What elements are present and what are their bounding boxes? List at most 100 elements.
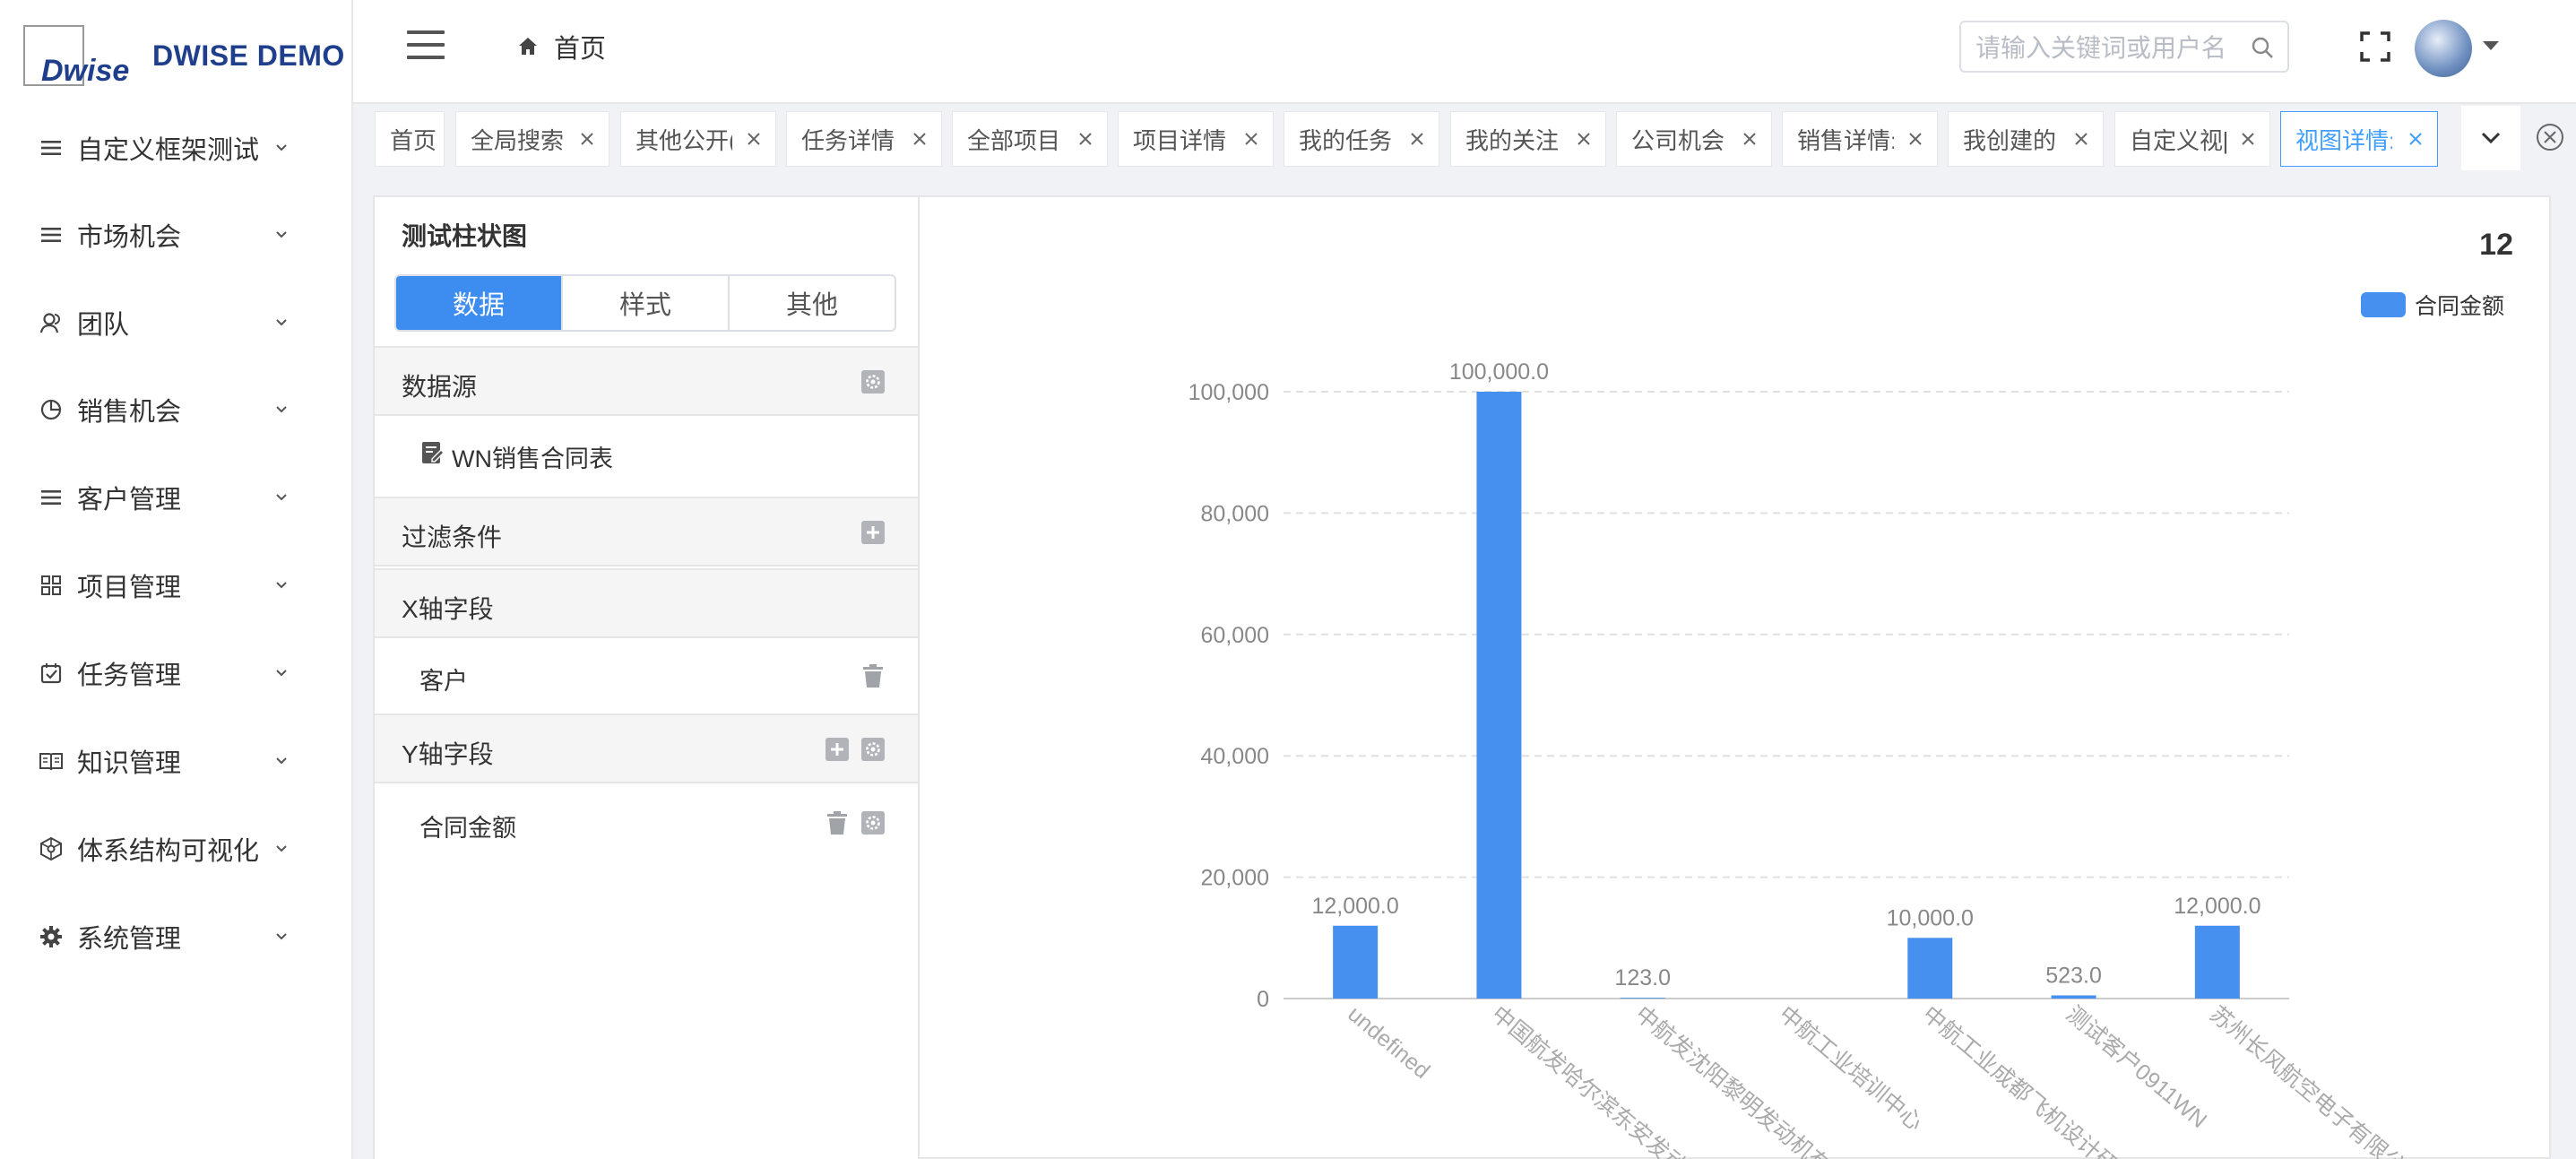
- close-icon[interactable]: [2407, 130, 2425, 148]
- breadcrumb[interactable]: 首页: [516, 27, 606, 66]
- y-tick-label: 20,000: [1201, 866, 1269, 891]
- fullscreen-icon[interactable]: [2359, 30, 2391, 63]
- breadcrumb-home: 首页: [554, 35, 607, 64]
- logo[interactable]: Dwise DWISE DEMO: [23, 23, 345, 88]
- close-all-tabs-icon[interactable]: [2535, 122, 2565, 152]
- bar: [1620, 998, 1665, 999]
- close-icon[interactable]: [1242, 130, 1260, 148]
- datasource-section: 数据源: [375, 346, 918, 416]
- tab-view-detail[interactable]: 视图详情:: [2280, 111, 2438, 167]
- hexagon-icon: [38, 835, 65, 862]
- chevron-down-icon: [276, 845, 287, 852]
- chevron-down-icon: [276, 494, 287, 501]
- search-icon[interactable]: [2250, 35, 2275, 60]
- sidebar-item-label: 体系结构可视化: [77, 837, 260, 866]
- x-tick-label: undefined: [1343, 1001, 1434, 1084]
- tab-sales-detail[interactable]: 销售详情:: [1782, 111, 1938, 167]
- data-label: 12,000.0: [2174, 894, 2260, 919]
- y-field-value: 合同金额: [419, 815, 516, 842]
- sidebar-item-tasks[interactable]: 任务管理: [0, 629, 351, 717]
- tab-label: 公司机会: [1631, 126, 1725, 154]
- settings-icon[interactable]: [860, 737, 886, 762]
- app-name: DWISE DEMO: [152, 39, 345, 72]
- datasource-value: WN销售合同表: [452, 445, 613, 472]
- segment-other[interactable]: 其他: [728, 276, 895, 330]
- tab-company-opportunities[interactable]: 公司机会: [1616, 111, 1772, 167]
- search-input[interactable]: [1974, 31, 2246, 65]
- sidebar-item-system[interactable]: 系统管理: [0, 893, 351, 981]
- sidebar-item-custom-framework[interactable]: 自定义框架测试: [0, 104, 351, 192]
- tab-custom-view[interactable]: 自定义视[: [2114, 111, 2270, 167]
- config-panel: 测试柱状图 数据 样式 其他 数据源 WN销售合同表 过滤条件 X轴字段 客户 …: [375, 197, 920, 1159]
- sidebar-item-customers[interactable]: 客户管理: [0, 454, 351, 541]
- trash-icon[interactable]: [825, 810, 850, 835]
- avatar[interactable]: [2415, 20, 2472, 77]
- tab-my-follows[interactable]: 我的关注: [1450, 111, 1606, 167]
- tab-project-detail[interactable]: 项目详情: [1118, 111, 1274, 167]
- close-icon[interactable]: [1906, 130, 1924, 148]
- bar: [1333, 925, 1379, 999]
- sidebar-item-label: 销售机会: [77, 398, 182, 427]
- sidebar-item-projects[interactable]: 项目管理: [0, 541, 351, 629]
- tab-label: 我的任务: [1299, 126, 1393, 154]
- close-icon[interactable]: [911, 130, 929, 148]
- sidebar-item-label: 客户管理: [77, 486, 182, 515]
- close-icon[interactable]: [745, 130, 763, 148]
- segment-style[interactable]: 样式: [561, 276, 728, 330]
- trash-icon[interactable]: [860, 663, 886, 688]
- pie-icon: [38, 396, 65, 423]
- grid-icon: [38, 572, 65, 599]
- home-icon: [519, 38, 537, 55]
- add-icon[interactable]: [860, 520, 886, 545]
- caret-down-icon[interactable]: [2483, 41, 2499, 50]
- close-icon[interactable]: [1076, 130, 1094, 148]
- logo-mark-text: Dwise: [41, 54, 130, 88]
- close-icon[interactable]: [1741, 130, 1759, 148]
- close-icon[interactable]: [1575, 130, 1593, 148]
- team-icon: [38, 309, 65, 336]
- datasource-row[interactable]: WN销售合同表: [375, 416, 918, 491]
- sidebar: Dwise DWISE DEMO 自定义框架测试 市场机会 团队 销售机会 客户…: [0, 0, 353, 1159]
- chevron-down-icon: [276, 670, 287, 677]
- sidebar-item-sales[interactable]: 销售机会: [0, 366, 351, 454]
- x-field-row[interactable]: 客户: [375, 638, 918, 714]
- close-icon[interactable]: [578, 130, 596, 148]
- sidebar-item-team[interactable]: 团队: [0, 279, 351, 367]
- edit-doc-icon: [422, 442, 445, 463]
- sidebar-item-architecture[interactable]: 体系结构可视化: [0, 805, 351, 893]
- panel-title: 测试柱状图: [402, 222, 528, 250]
- sidebar-item-label: 自定义框架测试: [77, 136, 260, 165]
- tabs-dropdown-button[interactable]: [2461, 106, 2520, 170]
- tab-all-projects[interactable]: 全部项目: [952, 111, 1108, 167]
- section-title: X轴字段: [402, 595, 494, 623]
- settings-icon[interactable]: [860, 369, 886, 394]
- tab-label: 自定义视[: [2130, 126, 2226, 154]
- sidebar-item-market[interactable]: 市场机会: [0, 191, 351, 279]
- tab-global-search[interactable]: 全局搜索: [455, 111, 609, 167]
- tab-home[interactable]: 首页: [375, 111, 445, 167]
- settings-icon[interactable]: [860, 810, 886, 835]
- segment-data[interactable]: 数据: [396, 276, 561, 330]
- tab-label: 我的关注: [1465, 126, 1560, 154]
- y-field-row[interactable]: 合同金额: [375, 785, 918, 861]
- search-box[interactable]: [1959, 21, 2289, 73]
- add-icon[interactable]: [825, 737, 850, 762]
- sidebar-item-label: 系统管理: [77, 925, 182, 954]
- checkbox-icon: [38, 660, 65, 687]
- chevron-down-icon: [276, 757, 287, 765]
- chevron-down-icon: [276, 582, 287, 589]
- close-icon[interactable]: [2072, 130, 2090, 148]
- tab-task-detail[interactable]: 任务详情: [786, 111, 942, 167]
- x-axis-section: X轴字段: [375, 568, 918, 638]
- sidebar-item-knowledge[interactable]: 知识管理: [0, 717, 351, 805]
- hamburger-menu-icon[interactable]: [407, 30, 445, 61]
- tab-public[interactable]: 其他公开(: [620, 111, 776, 167]
- sidebar-item-label: 团队: [77, 311, 130, 340]
- y-tick-label: 80,000: [1201, 501, 1269, 526]
- tab-my-created[interactable]: 我创建的: [1948, 111, 2104, 167]
- section-title: 过滤条件: [402, 523, 503, 551]
- tab-my-tasks[interactable]: 我的任务: [1284, 111, 1439, 167]
- close-icon[interactable]: [2239, 130, 2257, 148]
- tab-label: 全部项目: [967, 126, 1061, 154]
- close-icon[interactable]: [1408, 130, 1426, 148]
